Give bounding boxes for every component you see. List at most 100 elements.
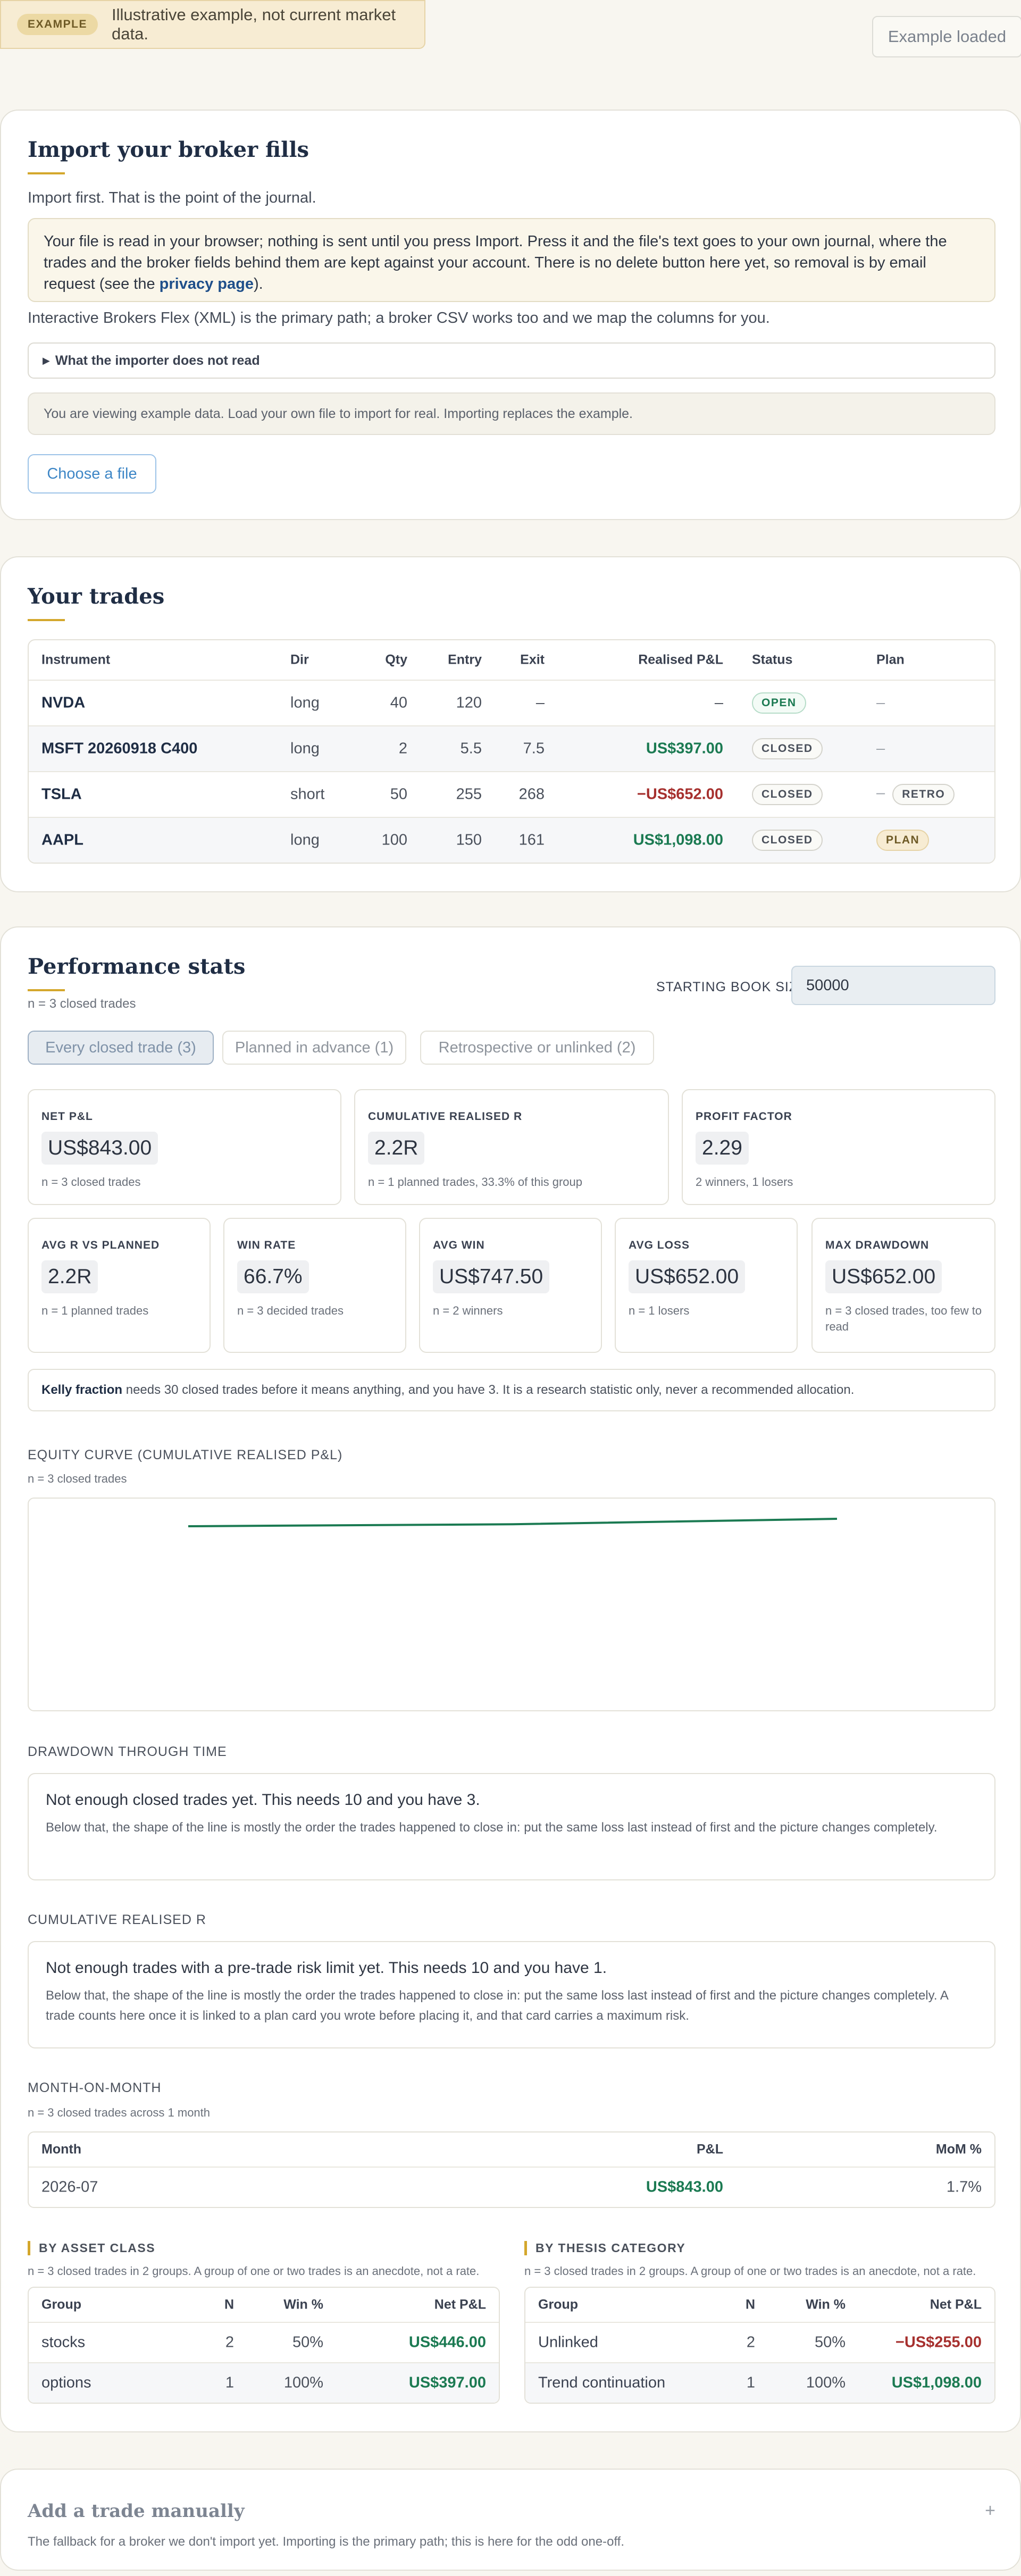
cell-dir: short [290,785,325,803]
stat-cumulative-r: CUMULATIVE REALISED R 2.2R n = 1 planned… [354,1089,669,1205]
equity-sub: n = 3 closed trades [28,1472,127,1485]
details-label: What the importer does not read [55,353,260,368]
cell-plan: – [876,694,885,712]
tab-retrospective[interactable]: Retrospective or unlinked (2) [420,1031,654,1065]
status-badge: OPEN [752,692,806,714]
cell-qty: 40 [390,694,407,712]
col-group: Group [538,2297,578,2312]
stats-title: Performance stats [28,954,246,979]
book-size-input[interactable] [791,966,995,1005]
asset-header: Group N Win % Net P&L [29,2288,499,2322]
kelly-label: Kelly fraction [41,1383,123,1397]
plan-badge[interactable]: PLAN [876,830,930,851]
cell-win: 100% [806,2374,846,2391]
cell-exit: – [535,694,545,712]
cell-qty: 2 [398,740,407,757]
banner-text: Illustrative example, not current market… [112,5,396,43]
cell-net-pnl: −US$255.00 [895,2334,982,2351]
title-underline [28,619,65,621]
stat-value: 2.2R [41,1260,98,1293]
cell-entry: 120 [456,694,482,712]
cumr-message: Not enough trades with a pre-trade risk … [28,1941,995,2048]
privacy-note-text: ). [253,275,263,292]
thesis-category-label: BY THESIS CATEGORY [524,2241,685,2255]
stat-value: 2.29 [696,1132,749,1165]
cell-instrument: MSFT 20260918 C400 [41,740,198,757]
kelly-text: needs 30 closed trades before it means a… [122,1383,855,1397]
drawdown-message: Not enough closed trades yet. This needs… [28,1773,995,1880]
equity-line [188,1518,838,1527]
trades-table-header: Instrument Dir Qty Entry Exit Realised P… [29,640,994,680]
stat-win-rate: WIN RATE 66.7% n = 3 decided trades [223,1218,406,1353]
status-badge: CLOSED [752,784,823,805]
cell-n: 2 [746,2334,755,2351]
col-mom: MoM % [935,2142,982,2157]
stat-sub: n = 3 decided trades [237,1304,344,1317]
cell-win: 50% [292,2334,323,2351]
kelly-note: Kelly fraction needs 30 closed trades be… [28,1369,995,1411]
cell-plan: – [876,784,885,801]
example-badge: EXAMPLE [17,14,98,35]
trades-card: Your trades Instrument Dir Qty Entry Exi… [0,556,1021,892]
privacy-note: Your file is read in your browser; nothi… [28,218,995,302]
retro-badge[interactable]: RETRO [892,784,955,805]
cell-net-pnl: US$1,098.00 [891,2374,982,2391]
stat-sub: n = 1 planned trades, 33.3% of this grou… [368,1175,583,1189]
cell-group: stocks [41,2334,86,2351]
table-row[interactable]: Trend continuation 1 100% US$1,098.00 [525,2362,994,2403]
table-row[interactable]: MSFT 20260918 C400 long 2 5.5 7.5 US$397… [29,725,994,771]
example-data-notice: You are viewing example data. Load your … [28,392,995,435]
cell-mom: 1.7% [946,2178,982,2196]
tab-planned[interactable]: Planned in advance (1) [222,1031,406,1065]
privacy-page-link[interactable]: privacy page [160,275,254,292]
cell-entry: 255 [456,785,482,803]
cumr-label: CUMULATIVE REALISED R [28,1912,206,1927]
choose-file-button[interactable]: Choose a file [28,454,156,494]
cell-pnl: −US$652.00 [637,785,723,803]
table-row[interactable]: Unlinked 2 50% −US$255.00 [525,2322,994,2362]
import-card: Import your broker fills Import first. T… [0,110,1021,520]
table-row[interactable]: options 1 100% US$397.00 [29,2362,499,2403]
table-row[interactable]: AAPL long 100 150 161 US$1,098.00 CLOSED… [29,817,994,863]
stat-max-drawdown: MAX DRAWDOWN US$652.00 n = 3 closed trad… [811,1218,995,1353]
cell-exit: 161 [518,831,545,849]
stat-sub: n = 3 closed trades [41,1175,141,1189]
importer-details-toggle[interactable]: ▶ What the importer does not read [28,342,995,379]
table-row[interactable]: NVDA long 40 120 – – OPEN – [29,680,994,725]
drawdown-label: DRAWDOWN THROUGH TIME [28,1744,227,1759]
stat-sub: n = 1 planned trades [41,1304,149,1317]
expand-plus-icon[interactable]: + [985,2500,995,2521]
stat-avg-win: AVG WIN US$747.50 n = 2 winners [419,1218,602,1353]
import-lead: Import first. That is the point of the j… [28,189,316,206]
cell-pnl: US$1,098.00 [633,831,723,849]
import-title: Import your broker fills [28,137,309,162]
stat-label: AVG R VS PLANNED [41,1239,160,1251]
stat-label: CUMULATIVE REALISED R [368,1110,523,1123]
privacy-note-line: trades and the broker fields behind them… [44,254,926,271]
status-badge: CLOSED [752,830,823,851]
cell-instrument: AAPL [41,831,83,849]
stat-avg-loss: AVG LOSS US$652.00 n = 1 losers [615,1218,798,1353]
col-exit: Exit [520,652,545,667]
col-entry: Entry [448,652,482,667]
equity-label: EQUITY CURVE (CUMULATIVE REALISED P&L) [28,1448,343,1462]
stat-sub: n = 1 losers [629,1304,690,1317]
cell-n: 2 [225,2334,234,2351]
cell-qty: 50 [390,785,407,803]
stats-card: Performance stats n = 3 closed trades ST… [0,926,1021,2432]
example-loaded-button[interactable]: Example loaded [872,16,1021,57]
cell-entry: 5.5 [460,740,482,757]
table-row[interactable]: 2026-07 US$843.00 1.7% [29,2167,994,2207]
drawdown-note: Below that, the shape of the line is mos… [46,1820,938,1835]
table-row[interactable]: TSLA short 50 255 268 −US$652.00 CLOSED … [29,771,994,817]
col-plan: Plan [876,652,905,667]
tab-every-closed[interactable]: Every closed trade (3) [28,1031,214,1065]
privacy-note-text: request (see the [44,275,160,292]
col-n: N [224,2297,234,2312]
manual-trade-card[interactable]: Add a trade manually The fallback for a … [0,2469,1021,2571]
status-badge: CLOSED [752,738,823,759]
table-row[interactable]: stocks 2 50% US$446.00 [29,2322,499,2362]
mom-table: Month P&L MoM % 2026-07 US$843.00 1.7% [28,2131,995,2208]
triangle-right-icon: ▶ [43,355,50,366]
trades-table: Instrument Dir Qty Entry Exit Realised P… [28,639,995,864]
